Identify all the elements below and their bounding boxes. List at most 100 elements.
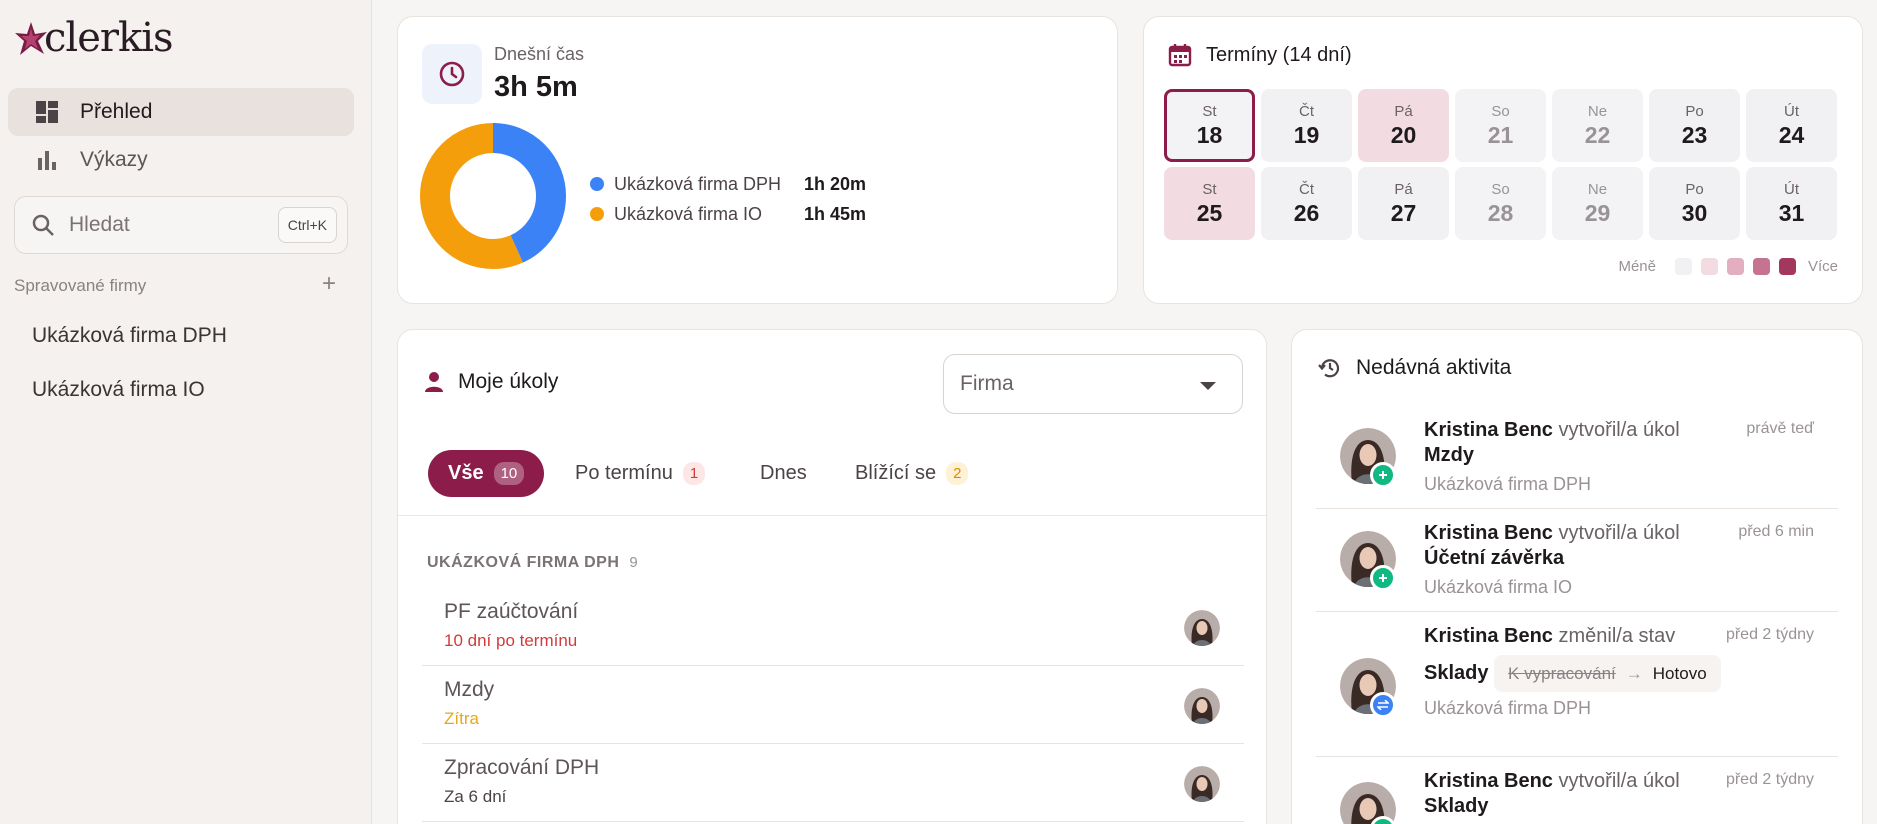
deadline-day[interactable]: Po 23 bbox=[1649, 89, 1740, 162]
bar-chart-icon bbox=[34, 147, 60, 173]
activity-firm: Ukázková firma IO bbox=[1424, 577, 1573, 597]
avatar bbox=[1184, 766, 1220, 802]
dashboard-icon bbox=[34, 99, 60, 125]
activity-item[interactable]: Kristina Benc změnil/a stav Sklady K vyp… bbox=[1316, 612, 1838, 757]
day-of-week: Pá bbox=[1394, 180, 1413, 198]
activity-user: Kristina Benc bbox=[1424, 625, 1553, 647]
activity-item[interactable]: Kristina Benc vytvořil/a úkol Sklady pře… bbox=[1316, 757, 1838, 824]
tab-label: Blížící se bbox=[855, 462, 937, 484]
status-transition: K vypracování → Hotovo bbox=[1494, 655, 1721, 692]
legend-dot bbox=[590, 177, 604, 191]
from-state: K vypracování bbox=[1508, 664, 1616, 683]
firm-item[interactable]: Ukázková firma IO bbox=[32, 378, 205, 402]
deadline-day[interactable]: Út 24 bbox=[1746, 89, 1837, 162]
activity-target[interactable]: Sklady bbox=[1424, 662, 1488, 684]
day-number: 27 bbox=[1390, 199, 1417, 226]
chevron-down-icon bbox=[1200, 382, 1216, 390]
activity-item[interactable]: Kristina Benc vytvořil/a úkol Mzdy Ukázk… bbox=[1316, 406, 1838, 509]
activity-item[interactable]: Kristina Benc vytvořil/a úkol Účetní záv… bbox=[1316, 509, 1838, 612]
tab-overdue[interactable]: Po termínu 1 bbox=[575, 450, 706, 497]
tab-label: Dnes bbox=[760, 462, 807, 484]
today-time-label: Dnešní čas bbox=[494, 44, 585, 64]
task-row[interactable]: Zpracování DPH Za 6 dní bbox=[422, 744, 1244, 822]
group-count: 9 bbox=[629, 554, 639, 571]
activity-text: Kristina Benc vytvořil/a úkol Účetní záv… bbox=[1424, 521, 1724, 600]
day-of-week: St bbox=[1202, 180, 1217, 198]
day-of-week: Út bbox=[1784, 102, 1799, 120]
today-time-card: Dnešní čas 3h 5m Ukázková firma DPH 1h 2… bbox=[397, 16, 1118, 304]
nav-label: Výkazy bbox=[80, 148, 148, 171]
tab-count: 2 bbox=[946, 462, 969, 485]
task-group-title: UKÁZKOVÁ FIRMA DPH 9 bbox=[427, 554, 638, 572]
firm-item[interactable]: Ukázková firma DPH bbox=[32, 324, 227, 348]
clock-icon bbox=[422, 44, 482, 104]
tab-label: Po termínu bbox=[575, 462, 673, 484]
tab-today[interactable]: Dnes bbox=[760, 450, 807, 497]
day-of-week: Čt bbox=[1299, 180, 1314, 198]
scale-less-label: Méně bbox=[1618, 258, 1656, 275]
nav-item-prehled[interactable]: Přehled bbox=[8, 88, 354, 136]
legend-dot bbox=[590, 207, 604, 221]
deadline-day[interactable]: St 25 bbox=[1164, 167, 1255, 240]
scale-swatch bbox=[1752, 258, 1770, 275]
deadlines-header: Termíny (14 dní) bbox=[1168, 43, 1352, 67]
search-input[interactable]: Hledat bbox=[69, 213, 278, 237]
add-firm-button[interactable]: + bbox=[322, 270, 336, 298]
deadline-day[interactable]: So 28 bbox=[1455, 167, 1546, 240]
day-of-week: Ne bbox=[1587, 102, 1608, 120]
deadline-day[interactable]: Pá 27 bbox=[1358, 167, 1449, 240]
deadline-day[interactable]: Čt 26 bbox=[1261, 167, 1352, 240]
legend-name: Ukázková firma DPH bbox=[614, 173, 782, 194]
task-row[interactable]: Mzdy Zítra bbox=[422, 666, 1244, 744]
deadline-day[interactable]: Út 31 bbox=[1746, 167, 1837, 240]
day-of-week: Čt bbox=[1299, 102, 1314, 120]
activity-title: Nedávná aktivita bbox=[1356, 356, 1512, 379]
deadline-day[interactable]: So 21 bbox=[1455, 89, 1546, 162]
task-due: Za 6 dní bbox=[444, 787, 507, 806]
search-box[interactable]: Hledat Ctrl+K bbox=[14, 196, 348, 254]
deadline-day[interactable]: Ne 29 bbox=[1552, 167, 1643, 240]
deadlines-title: Termíny (14 dní) bbox=[1206, 43, 1352, 66]
activity-target[interactable]: Účetní závěrka bbox=[1424, 547, 1564, 569]
scale-more-label: Více bbox=[1807, 258, 1838, 275]
activity-target[interactable]: Sklady bbox=[1424, 795, 1488, 817]
firm-filter-value: Firma bbox=[960, 372, 1014, 395]
tab-count: 1 bbox=[682, 462, 706, 485]
deadline-day[interactable]: Ne 22 bbox=[1552, 89, 1643, 162]
deadline-day[interactable]: Pá 20 bbox=[1358, 89, 1449, 162]
time-legend: Ukázková firma DPH 1h 20m Ukázková firma… bbox=[590, 169, 866, 229]
activity-user: Kristina Benc bbox=[1424, 522, 1553, 544]
day-number: 31 bbox=[1778, 199, 1805, 226]
tab-all[interactable]: Vše 10 bbox=[428, 450, 545, 497]
day-of-week: So bbox=[1491, 102, 1510, 120]
firm-filter-select[interactable]: Firma bbox=[943, 354, 1243, 414]
deadline-day[interactable]: Čt 19 bbox=[1261, 89, 1352, 162]
day-number: 30 bbox=[1681, 199, 1708, 226]
shortcut-hint: Ctrl+K bbox=[277, 207, 337, 243]
nav-item-vykazy[interactable]: Výkazy bbox=[8, 136, 354, 184]
recent-activity-card: Nedávná aktivita Kristina Benc vytvořil/… bbox=[1291, 329, 1863, 824]
task-row[interactable]: PF zaúčtování 10 dní po termínu bbox=[422, 588, 1244, 666]
legend-value: 1h 20m bbox=[804, 173, 867, 194]
deadline-day[interactable]: Po 30 bbox=[1649, 167, 1740, 240]
activity-user: Kristina Benc bbox=[1424, 419, 1553, 441]
day-of-week: Po bbox=[1685, 180, 1704, 198]
history-icon bbox=[1318, 359, 1340, 378]
day-of-week: So bbox=[1491, 180, 1510, 198]
nav-label: Přehled bbox=[80, 100, 153, 123]
logo-text: clerkis bbox=[44, 15, 174, 61]
day-number: 20 bbox=[1390, 121, 1417, 148]
activity-target[interactable]: Mzdy bbox=[1424, 444, 1474, 466]
day-number: 21 bbox=[1487, 121, 1514, 148]
avatar bbox=[1184, 688, 1220, 724]
task-name: Mzdy bbox=[444, 678, 495, 701]
day-number: 19 bbox=[1293, 121, 1320, 148]
activity-header: Nedávná aktivita bbox=[1318, 356, 1511, 380]
day-number: 23 bbox=[1681, 121, 1708, 148]
logo[interactable]: clerkis bbox=[14, 15, 174, 61]
sidebar: clerkis Přehled Výkazy Hledat Ctrl+K Spr… bbox=[0, 0, 372, 824]
deadline-day[interactable]: St 18 bbox=[1164, 89, 1255, 162]
tab-upcoming[interactable]: Blížící se 2 bbox=[855, 450, 969, 497]
day-of-week: St bbox=[1202, 102, 1217, 120]
activity-firm: Ukázková firma DPH bbox=[1424, 698, 1592, 718]
